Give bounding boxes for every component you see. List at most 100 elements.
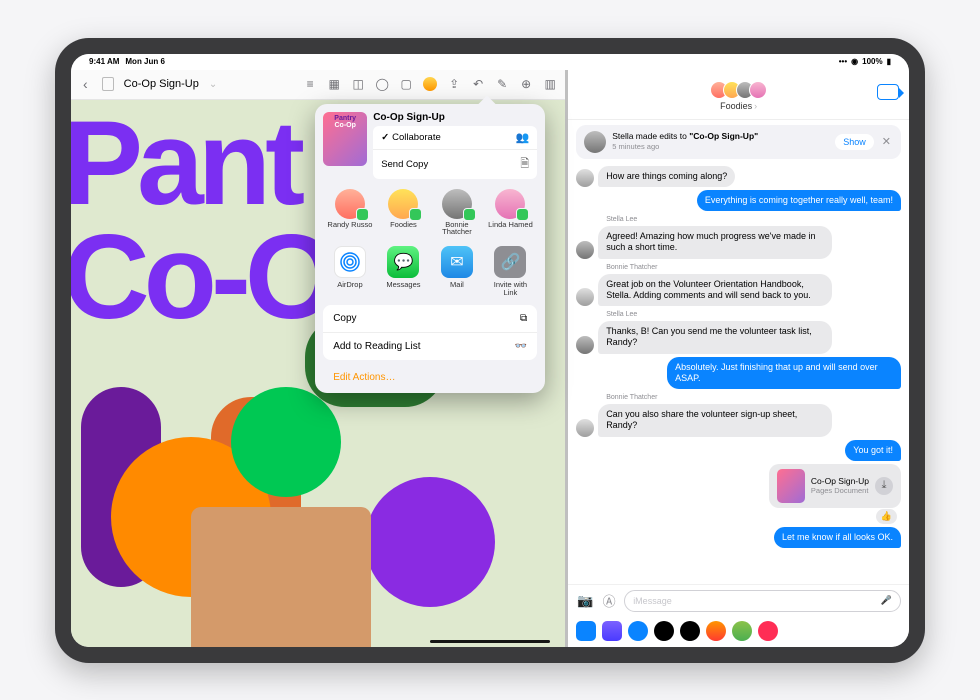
messages-app-drawer[interactable] [568,617,909,647]
shareplay-drawer-icon[interactable] [628,621,648,641]
avatar [576,419,594,437]
message-bubble: Agreed! Amazing how much progress we've … [598,226,832,259]
airdrop-app[interactable]: AirDrop [326,246,374,297]
applecash-drawer-icon[interactable] [680,621,700,641]
messages-badge-icon [463,208,476,221]
avatar [576,336,594,354]
app-store-button[interactable]: Ⓐ [600,592,618,610]
insert-chart-icon[interactable]: ◫ [351,77,365,91]
message-bubble: Thanks, B! Can you send me the volunteer… [598,321,832,354]
messages-icon: 💬 [387,246,419,278]
message-bubble: How are things coming along? [598,166,735,187]
show-button[interactable]: Show [835,134,874,150]
back-button[interactable]: ‹ [79,76,92,92]
messages-header[interactable]: Foodies› [568,70,909,120]
avatar [576,169,594,187]
status-time: 9:41 AM [89,57,119,66]
message-bubble: Absolutely. Just finishing that up and w… [667,357,901,390]
link-icon: 🔗 [494,246,526,278]
send-copy-option[interactable]: Send Copy 🗎 [373,150,537,179]
message-bubble: Let me know if all looks OK. [774,527,901,548]
share-person[interactable]: Bonnie Thatcher [433,189,481,237]
people-icon: 👥 [515,131,529,144]
message-thread[interactable]: How are things coming along? Everything … [568,164,909,584]
insert-table-icon[interactable]: ▦ [327,77,341,91]
sender-label: Stella Lee [606,311,901,318]
sender-label: Bonnie Thatcher [606,264,901,271]
message-input-bar: 📷 Ⓐ iMessage 🎤 [568,584,909,617]
airdrop-icon [334,246,366,278]
format-paintbrush-icon[interactable]: ✎ [495,77,509,91]
applepay-drawer-icon[interactable] [654,621,674,641]
share-apps-row: AirDrop 💬 Messages ✉︎ Mail 🔗 Invite with… [323,244,537,299]
tapback-reaction[interactable]: 👍 [876,509,897,524]
messages-app[interactable]: 💬 Messages [379,246,427,297]
battery-icon: ▮ [887,57,891,66]
messages-badge-icon [409,208,422,221]
insert-media-icon[interactable]: ▢ [399,77,413,91]
share-sheet-popover: Pantry Co-Op Co-Op Sign-Up ✓Collaborate … [315,104,545,394]
share-document-thumbnail: Pantry Co-Op [323,112,367,166]
music-drawer-icon[interactable] [758,621,778,641]
pages-app-pane: ‹ Co-Op Sign-Up ⌄ ≡ ▦ ◫ ◯ ▢ ⇪ ↶ ✎ ⊕ ▥ [71,70,568,647]
avatar [584,131,606,153]
message-bubble: Great job on the Volunteer Orientation H… [598,274,832,307]
document-icon: 🗎 [520,155,529,174]
chevron-down-icon[interactable]: ⌄ [209,79,217,90]
reading-list-action[interactable]: Add to Reading List 👓 [323,333,537,360]
memoji-drawer-icon[interactable] [706,621,726,641]
edit-actions-button[interactable]: Edit Actions… [323,366,537,385]
document-heading-text: Pant Co-O [71,106,332,334]
dismiss-banner-button[interactable]: ✕ [880,135,893,148]
invite-link-app[interactable]: 🔗 Invite with Link [486,246,534,297]
reading-list-icon: 👓 [515,341,527,352]
messages-badge-icon [356,208,369,221]
battery-percent: 100% [862,57,882,66]
share-document-title: Co-Op Sign-Up [373,112,537,123]
group-name: Foodies [720,101,752,111]
collaboration-banner[interactable]: Stella made edits to "Co-Op Sign-Up" 5 m… [576,125,901,159]
attachment-thumbnail [777,469,805,503]
photos-drawer-icon[interactable] [602,621,622,641]
wifi-icon: ◉ [851,57,858,66]
messages-badge-icon [516,208,529,221]
document-settings-icon[interactable]: ▥ [543,77,557,91]
mail-app[interactable]: ✉︎ Mail [433,246,481,297]
stickers-drawer-icon[interactable] [732,621,752,641]
store-drawer-icon[interactable] [576,621,596,641]
avatar [576,288,594,306]
input-placeholder: iMessage [633,596,672,606]
copy-action[interactable]: Copy ⧉ [323,305,537,333]
document-title[interactable]: Co-Op Sign-Up [124,78,199,90]
share-icon[interactable]: ⇪ [447,77,461,91]
chevron-right-icon: › [754,101,757,111]
document-thumbnail-icon[interactable] [102,77,114,91]
document-attachment[interactable]: Co-Op Sign-Up Pages Document ⤓ [769,464,901,508]
message-bubble: You got it! [845,440,901,461]
view-options-icon[interactable]: ≡ [303,77,317,91]
home-indicator[interactable] [430,640,550,643]
status-bar: 9:41 AM Mon Jun 6 ••• ◉ 100% ▮ [71,54,909,70]
ipad-device-frame: 9:41 AM Mon Jun 6 ••• ◉ 100% ▮ ‹ Co-Op S… [55,38,925,663]
insert-text-icon[interactable]: ◯ [375,77,389,91]
share-person[interactable]: Linda Hamed [486,189,534,237]
download-icon[interactable]: ⤓ [875,477,893,495]
message-bubble: Can you also share the volunteer sign-up… [598,404,832,437]
pages-toolbar: ‹ Co-Op Sign-Up ⌄ ≡ ▦ ◫ ◯ ▢ ⇪ ↶ ✎ ⊕ ▥ [71,70,565,100]
share-person[interactable]: Randy Russo [326,189,374,237]
avatar [576,241,594,259]
group-avatar-cluster [710,81,767,99]
camera-button[interactable]: 📷 [576,592,594,610]
ipad-screen: 9:41 AM Mon Jun 6 ••• ◉ 100% ▮ ‹ Co-Op S… [71,54,909,647]
facetime-button[interactable] [877,84,899,100]
messages-app-pane: Foodies› Stella made edits to "Co-Op Sig… [568,70,909,647]
copy-icon: ⧉ [520,313,527,324]
sender-label: Stella Lee [606,216,901,223]
share-person[interactable]: Foodies [379,189,427,237]
undo-icon[interactable]: ↶ [471,77,485,91]
dictation-icon[interactable]: 🎤 [881,595,892,606]
more-icon[interactable]: ⊕ [519,77,533,91]
collaboration-avatar-icon[interactable] [423,77,437,91]
message-input[interactable]: iMessage 🎤 [624,590,901,612]
collaborate-option[interactable]: ✓Collaborate 👥 [373,126,537,150]
